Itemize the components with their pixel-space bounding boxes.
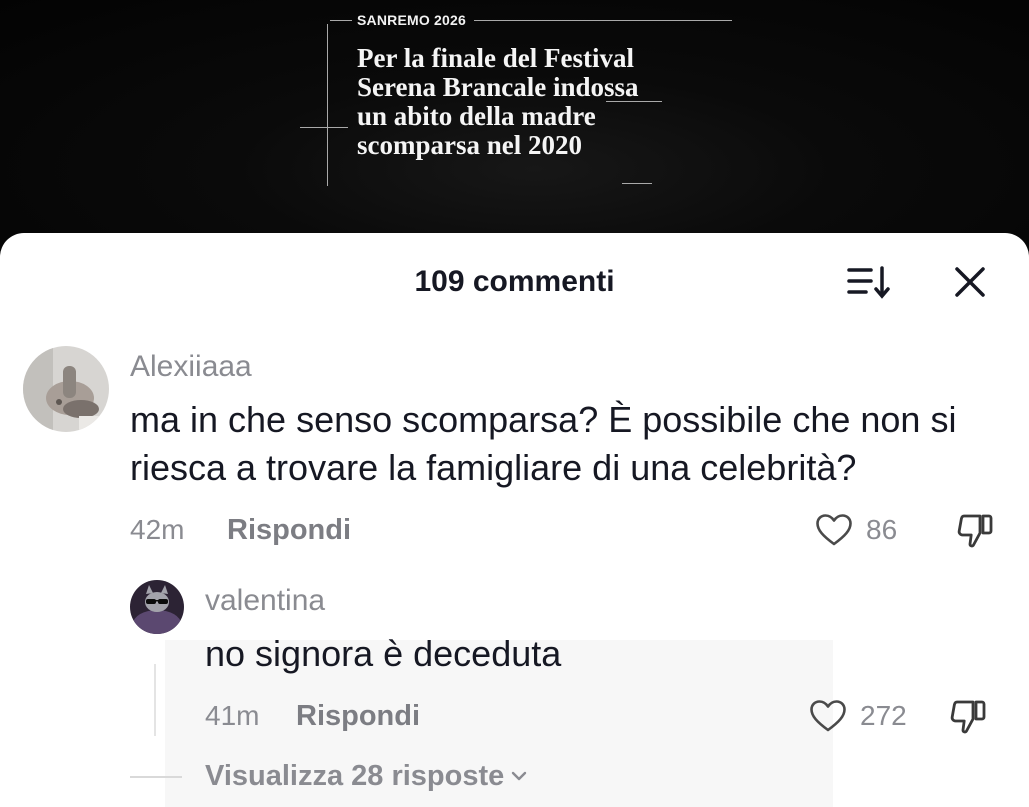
heart-icon (816, 514, 852, 546)
headline-line: Serena Brancale indossa (357, 72, 639, 102)
overlay-kicker: SANREMO 2026 (357, 12, 466, 28)
reply-button[interactable]: Rispondi (296, 699, 420, 733)
video-area[interactable]: SANREMO 2026 Per la finale del Festival … (0, 0, 1029, 260)
reply-username[interactable]: valentina (205, 584, 325, 618)
overlay-rule-line (330, 20, 352, 21)
chevron-down-icon (512, 771, 527, 781)
reply-text[interactable]: no signora è deceduta (205, 630, 825, 678)
close-icon[interactable] (952, 264, 988, 300)
sort-icon[interactable] (846, 264, 892, 300)
avatar[interactable] (130, 580, 184, 634)
avatar-image (23, 346, 109, 432)
comment-text[interactable]: ma in che senso scomparsa? È possibile c… (130, 396, 990, 492)
thread-line (154, 664, 156, 736)
overlay-headline: Per la finale del Festival Serena Branca… (357, 44, 639, 160)
view-replies-label: Visualizza 28 risposte (205, 760, 505, 792)
headline-line: Per la finale del Festival (357, 43, 634, 73)
reply-button[interactable]: Rispondi (227, 513, 351, 547)
overlay-rule-line (474, 20, 732, 21)
comment-username[interactable]: Alexiiaaa (130, 350, 252, 384)
overlay-rule-line (622, 183, 652, 184)
comments-panel: 109 commenti Alexiiaaa ma in che senso s… (0, 233, 1029, 807)
avatar-image (130, 580, 184, 634)
reply-timestamp: 41m (205, 700, 260, 731)
overlay-rule-line (300, 127, 348, 128)
view-replies-button[interactable]: Visualizza 28 risposte (205, 759, 528, 793)
headline-line: un abito della madre (357, 101, 596, 131)
thread-connector (130, 776, 182, 778)
heart-icon (810, 700, 846, 732)
headline-line: scomparsa nel 2020 (357, 130, 582, 160)
like-count: 272 (860, 700, 907, 731)
thumbs-down-icon[interactable] (947, 695, 989, 737)
overlay-rule-line (327, 24, 328, 186)
thumbs-down-icon[interactable] (954, 509, 996, 551)
like-button[interactable]: 86 (815, 512, 897, 548)
comment-timestamp: 42m (130, 514, 185, 545)
like-button[interactable]: 272 (809, 698, 907, 734)
avatar[interactable] (23, 346, 109, 432)
like-count: 86 (866, 514, 898, 545)
